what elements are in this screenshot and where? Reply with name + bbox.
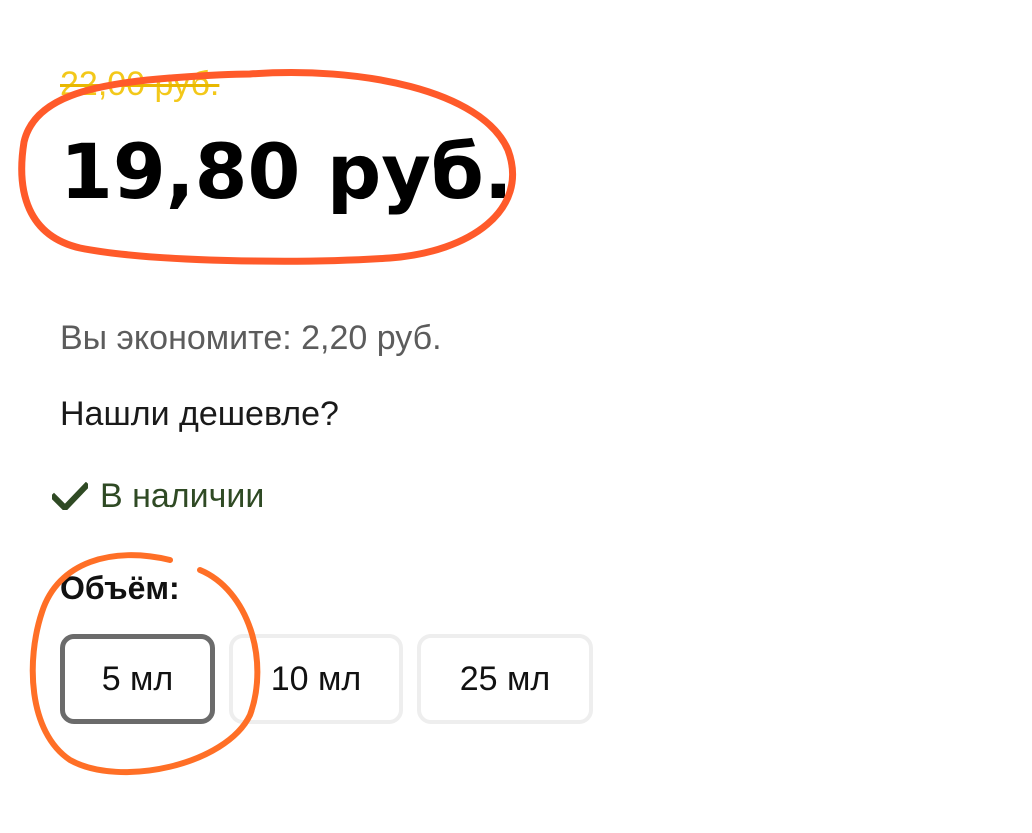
found-cheaper-link[interactable]: Нашли дешевле?: [60, 392, 339, 436]
volume-option-5ml[interactable]: 5 мл: [60, 634, 215, 724]
volume-option-25ml[interactable]: 25 мл: [417, 634, 593, 724]
savings-text: Вы экономите: 2,20 руб.: [60, 319, 442, 357]
availability-label: В наличии: [100, 477, 265, 515]
volume-label: Объём:: [60, 570, 180, 606]
current-price: 19,80 руб.: [60, 127, 513, 216]
old-price: 22,00 руб.: [60, 65, 220, 103]
availability-status: В наличии: [52, 474, 264, 518]
checkmark-icon: [52, 482, 88, 510]
volume-option-10ml[interactable]: 10 мл: [229, 634, 403, 724]
volume-options: 5 мл 10 мл 25 мл: [60, 634, 607, 724]
